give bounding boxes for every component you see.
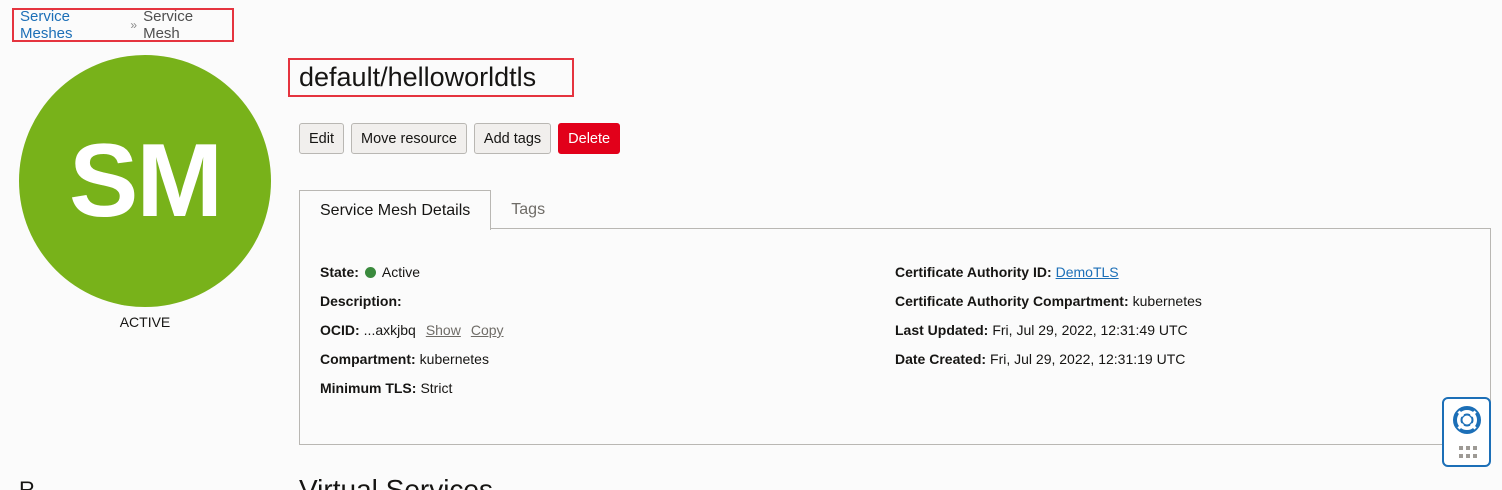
lifebuoy-icon — [1453, 406, 1481, 434]
avatar-initials: SM — [69, 122, 223, 239]
ocid-copy-link[interactable]: Copy — [471, 322, 504, 338]
add-tags-button[interactable]: Add tags — [473, 123, 552, 154]
drag-grip-icon[interactable] — [1459, 446, 1477, 458]
ca-id-link[interactable]: DemoTLS — [1056, 264, 1119, 280]
compartment-value: kubernetes — [419, 351, 489, 367]
details-panel: State: Active Description: OCID: ...axkj… — [299, 228, 1491, 445]
tab-tags[interactable]: Tags — [491, 190, 565, 229]
last-updated-value: Fri, Jul 29, 2022, 12:31:49 UTC — [992, 322, 1188, 338]
ca-compartment-row: Certificate Authority Compartment: kuber… — [895, 293, 1202, 322]
ocid-row: OCID: ...axkjbq Show Copy — [320, 322, 504, 351]
page-title: default/helloworldtls — [299, 62, 537, 92]
ca-compartment-value: kubernetes — [1132, 293, 1202, 309]
minimum-tls-row: Minimum TLS: Strict — [320, 380, 504, 409]
move-resource-button[interactable]: Move resource — [351, 123, 467, 154]
page: Service Meshes » Service Mesh SM ACTIVE … — [0, 0, 1502, 490]
date-created-label: Date Created: — [895, 351, 987, 367]
avatar-status-label: ACTIVE — [119, 314, 171, 330]
virtual-services-heading: Virtual Services — [299, 474, 494, 490]
compartment-row: Compartment: kubernetes — [320, 351, 504, 380]
edit-button[interactable]: Edit — [299, 123, 344, 154]
description-row: Description: — [320, 293, 504, 322]
minimum-tls-label: Minimum TLS: — [320, 380, 417, 396]
help-widget[interactable] — [1442, 397, 1491, 467]
last-updated-row: Last Updated: Fri, Jul 29, 2022, 12:31:4… — [895, 322, 1202, 351]
action-toolbar: Edit Move resource Add tags Delete — [299, 123, 621, 154]
active-status-icon — [364, 267, 376, 278]
state-row: State: Active — [320, 264, 504, 293]
ca-compartment-label: Certificate Authority Compartment: — [895, 293, 1129, 309]
description-label: Description: — [320, 293, 402, 309]
left-section-heading: R — [19, 477, 35, 490]
ocid-show-link[interactable]: Show — [426, 322, 461, 338]
ocid-value: ...axkjbq — [363, 322, 416, 338]
ca-id-row: Certificate Authority ID: DemoTLS — [895, 264, 1202, 293]
breadcrumb-link-service-meshes[interactable]: Service Meshes — [20, 8, 124, 42]
ca-id-label: Certificate Authority ID: — [895, 264, 1052, 280]
minimum-tls-value: Strict — [420, 380, 453, 396]
date-created-row: Date Created: Fri, Jul 29, 2022, 12:31:1… — [895, 351, 1202, 380]
ocid-label: OCID: — [320, 322, 360, 338]
breadcrumb: Service Meshes » Service Mesh — [12, 8, 234, 42]
last-updated-label: Last Updated: — [895, 322, 989, 338]
page-title-container: default/helloworldtls — [288, 58, 574, 97]
detail-tabs: Service Mesh Details Tags — [299, 190, 565, 230]
tab-service-mesh-details[interactable]: Service Mesh Details — [299, 190, 492, 230]
breadcrumb-separator: » — [130, 18, 138, 32]
compartment-label: Compartment: — [320, 351, 416, 367]
state-label: State: — [320, 264, 359, 280]
state-value: Active — [381, 264, 421, 280]
details-right-column: Certificate Authority ID: DemoTLS Certif… — [895, 264, 1202, 380]
breadcrumb-current: Service Mesh — [143, 8, 194, 42]
details-left-column: State: Active Description: OCID: ...axkj… — [320, 264, 504, 409]
resource-avatar: SM — [19, 55, 271, 307]
delete-button[interactable]: Delete — [558, 123, 621, 154]
date-created-value: Fri, Jul 29, 2022, 12:31:19 UTC — [990, 351, 1186, 367]
